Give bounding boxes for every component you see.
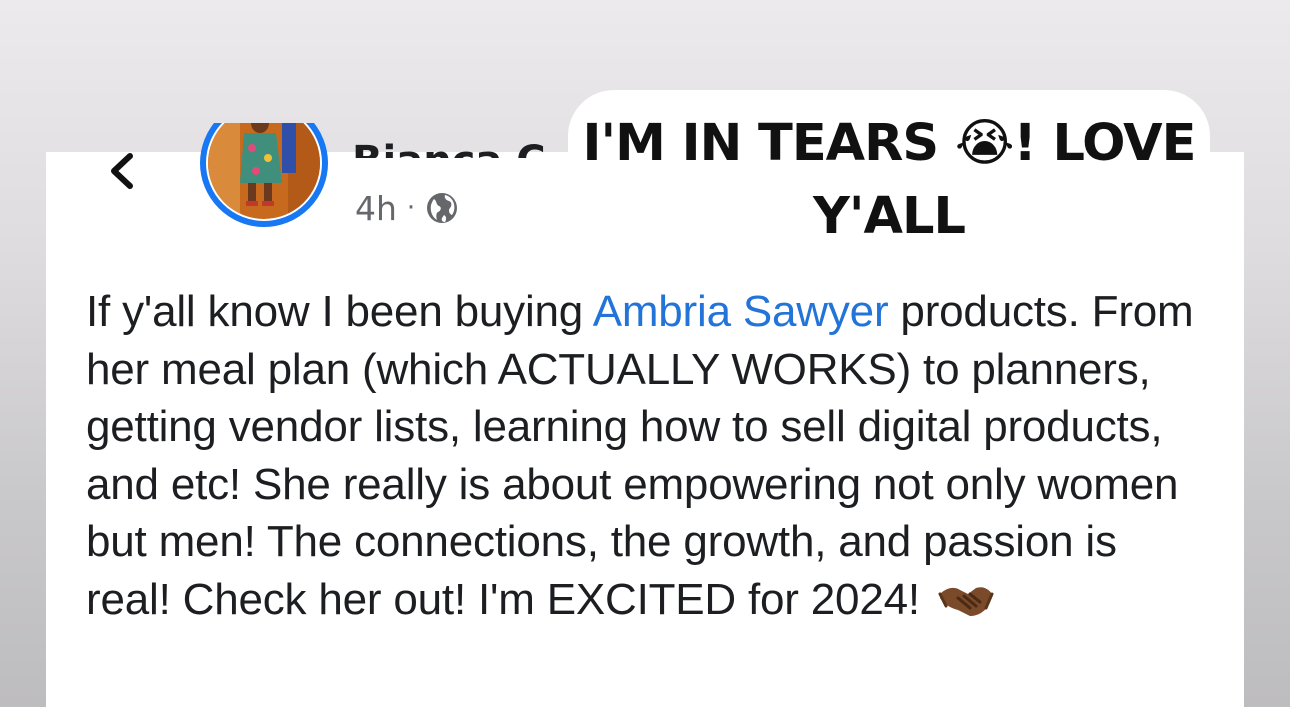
avatar[interactable] [200,123,328,229]
timestamp[interactable]: 4h [355,189,397,228]
post-text-before-mention: If y'all know I been buying [86,287,593,336]
story-caption: I'M IN TEARS 😭! LOVE Y'ALL [568,90,1210,248]
post-text-after-mention: products. From her meal plan (which ACTU… [86,287,1194,624]
handshake-emoji-icon [938,586,994,616]
globe-icon [427,193,458,223]
post-meta: 4h · [355,186,459,230]
mention-link[interactable]: Ambria Sawyer [593,287,889,336]
chevron-left-icon [111,153,133,189]
meta-separator: · [406,193,416,223]
post-text: If y'all know I been buying Ambria Sawye… [86,283,1196,628]
back-button[interactable] [102,150,142,192]
author-name[interactable]: Bianca C [352,108,572,158]
